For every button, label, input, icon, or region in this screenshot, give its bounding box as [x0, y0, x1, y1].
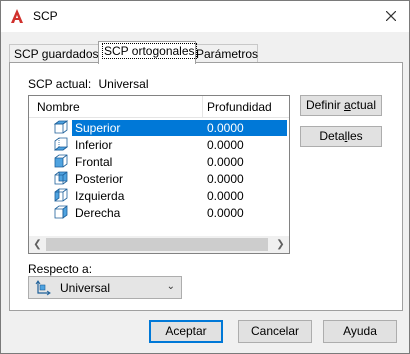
ucs-right-icon	[54, 205, 68, 219]
list-item[interactable]: Superior 0.0000	[29, 119, 289, 136]
window-title: SCP	[33, 9, 58, 23]
current-ucs-label: SCP actual:	[28, 77, 92, 91]
relative-to-select[interactable]: Universal ⌄	[28, 276, 182, 299]
button-label: Deta	[319, 129, 345, 143]
tab-label: Parámetros	[196, 47, 259, 61]
list-item[interactable]: Izquierda 0.0000	[29, 187, 289, 204]
ucs-bottom-icon	[53, 137, 69, 151]
row-name: Posterior	[75, 172, 124, 186]
details-button[interactable]: Detalles	[300, 126, 382, 147]
column-header-depth[interactable]: Profundidad	[207, 100, 272, 114]
scroll-right-arrow-icon[interactable]: ❯	[272, 236, 289, 253]
tab-strip: SCP guardados SCP ortogonales Parámetros	[9, 41, 403, 64]
tab-orthographic-ucs[interactable]: SCP ortogonales	[98, 41, 197, 64]
column-separator[interactable]	[202, 96, 203, 118]
tab-saved-ucs[interactable]: SCP guardados	[9, 44, 100, 63]
scroll-left-arrow-icon[interactable]: ❮	[29, 236, 46, 253]
tab-panel: SCP actual: Universal Nombre Profundidad…	[9, 62, 403, 311]
list-item[interactable]: Frontal 0.0000	[29, 153, 289, 170]
button-label-accelerator: a	[343, 98, 351, 112]
row-name: Superior	[72, 120, 202, 136]
button-label: ctual	[350, 98, 377, 112]
row-depth: 0.0000	[207, 206, 244, 220]
row-depth: 0.0000	[202, 120, 287, 136]
tab-label: SCP guardados	[14, 47, 99, 61]
title-bar: SCP	[1, 1, 409, 32]
ucs-dialog: SCP SCP guardados SCP ortogonales Paráme…	[0, 0, 410, 354]
set-current-button[interactable]: Definir actual	[300, 95, 382, 116]
chevron-down-icon: ⌄	[166, 281, 175, 292]
button-label: Definir	[305, 98, 344, 112]
row-name: Izquierda	[75, 189, 125, 203]
row-name: Inferior	[75, 138, 113, 152]
current-ucs-line: SCP actual: Universal	[28, 77, 149, 91]
close-icon	[385, 10, 397, 22]
ucs-back-icon	[54, 171, 68, 185]
column-header-name[interactable]: Nombre	[37, 100, 80, 114]
help-button[interactable]: Ayuda	[323, 320, 397, 343]
ucs-left-icon	[54, 188, 68, 202]
row-name: Frontal	[75, 155, 113, 169]
orthographic-ucs-list[interactable]: Nombre Profundidad Superior 0.0000 Infer…	[28, 95, 290, 254]
ok-button[interactable]: Aceptar	[149, 320, 223, 343]
row-name: Derecha	[75, 206, 121, 220]
list-item[interactable]: Inferior 0.0000	[29, 136, 289, 153]
horizontal-scrollbar[interactable]: ❮ ❯	[29, 236, 289, 253]
row-depth: 0.0000	[207, 172, 244, 186]
world-ucs-icon	[35, 280, 51, 296]
close-button[interactable]	[373, 1, 409, 32]
row-depth: 0.0000	[207, 138, 244, 152]
row-depth: 0.0000	[207, 189, 244, 203]
autocad-logo-icon	[11, 9, 23, 23]
list-header: Nombre Profundidad	[29, 96, 289, 118]
list-item[interactable]: Posterior 0.0000	[29, 170, 289, 187]
row-depth: 0.0000	[207, 155, 244, 169]
ucs-front-icon	[54, 154, 68, 168]
tab-settings[interactable]: Parámetros	[191, 44, 258, 63]
cancel-button[interactable]: Cancelar	[238, 320, 312, 343]
relative-to-value: Universal	[60, 281, 111, 295]
current-ucs-value: Universal	[98, 77, 149, 91]
list-item[interactable]: Derecha 0.0000	[29, 204, 289, 221]
scrollbar-thumb[interactable]	[46, 238, 268, 251]
ucs-top-icon	[53, 120, 69, 134]
button-label: les	[347, 129, 363, 143]
relative-to-label: Respecto a:	[28, 262, 93, 276]
tab-label: SCP ortogonales	[102, 43, 197, 59]
